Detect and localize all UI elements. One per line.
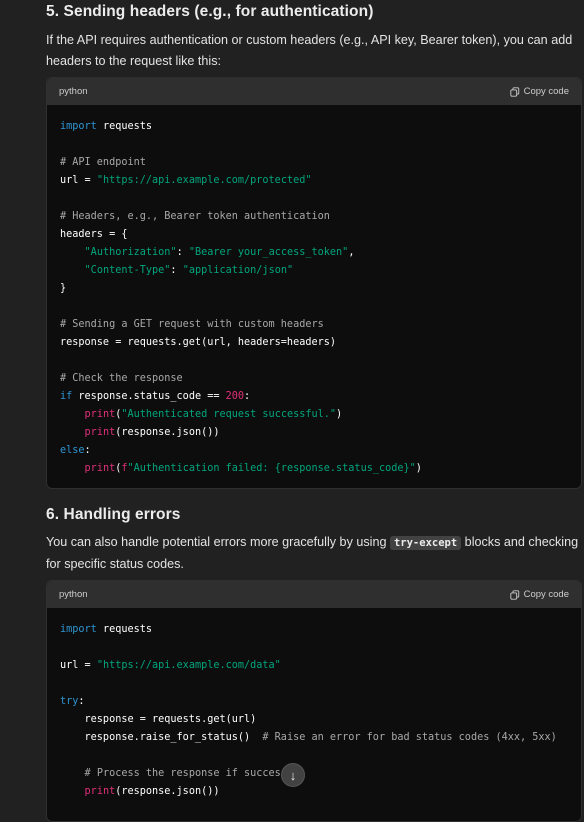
copy-code-label: Copy code xyxy=(523,86,569,97)
section-paragraph: You can also handle potential errors mor… xyxy=(46,532,580,575)
code-line: # Check the response xyxy=(60,373,183,384)
code-line: print(response.json()) xyxy=(84,786,220,797)
code-line: response = requests.get(url) xyxy=(60,714,257,725)
code-line: print(response.json()) xyxy=(84,427,220,438)
scroll-to-bottom-button[interactable]: ↓ xyxy=(281,763,305,787)
code-block-header: python Copy code xyxy=(47,78,581,105)
copy-code-button[interactable]: Copy code xyxy=(509,589,569,600)
code-line: response = requests.get(url, headers=hea… xyxy=(60,337,337,348)
copy-code-label: Copy code xyxy=(523,589,569,600)
code-line: "Authorization": "Bearer your_access_tok… xyxy=(84,247,355,258)
arrow-down-icon: ↓ xyxy=(289,767,297,783)
code-content: import requests # API endpoint url = "ht… xyxy=(47,105,581,478)
code-block: python Copy code import requests # API e… xyxy=(46,77,582,489)
paragraph-text: You can also handle potential errors mor… xyxy=(46,535,390,549)
code-line: # Headers, e.g., Bearer token authentica… xyxy=(60,211,330,222)
inline-code: try-except xyxy=(389,536,462,550)
code-line: url = "https://api.example.com/protected… xyxy=(60,175,312,186)
code-language-label: python xyxy=(59,589,88,600)
code-line: # Process the response if successful xyxy=(84,768,306,779)
code-line: # Sending a GET request with custom head… xyxy=(60,319,324,330)
section-heading: 6. Handling errors xyxy=(46,506,181,523)
code-line: print(f"Authentication failed: {response… xyxy=(84,463,422,474)
code-line: response.raise_for_status() # Raise an e… xyxy=(60,732,557,743)
code-line: else: xyxy=(60,445,91,456)
code-line: "Content-Type": "application/json" xyxy=(84,265,294,276)
copy-icon xyxy=(509,86,519,97)
code-line: url = "https://api.example.com/data" xyxy=(60,660,281,671)
code-line: print("Authenticated request successful.… xyxy=(84,409,343,420)
section-paragraph: If the API requires authentication or cu… xyxy=(46,33,573,68)
code-line: import requests xyxy=(60,121,153,132)
copy-code-button[interactable]: Copy code xyxy=(509,86,569,97)
code-content: import requests url = "https://api.examp… xyxy=(47,608,581,801)
code-line: try: xyxy=(60,696,85,707)
code-line: # API endpoint xyxy=(60,157,146,168)
copy-icon xyxy=(509,589,519,600)
code-line: } xyxy=(60,283,67,294)
section-heading: 5. Sending headers (e.g., for authentica… xyxy=(46,3,374,20)
code-line: if response.status_code == 200: xyxy=(60,391,251,402)
code-language-label: python xyxy=(59,86,88,97)
code-line: import requests xyxy=(60,624,153,635)
code-block-header: python Copy code xyxy=(47,581,581,608)
code-line: headers = { xyxy=(60,229,128,240)
code-block: python Copy code import requests url = "… xyxy=(46,580,582,822)
